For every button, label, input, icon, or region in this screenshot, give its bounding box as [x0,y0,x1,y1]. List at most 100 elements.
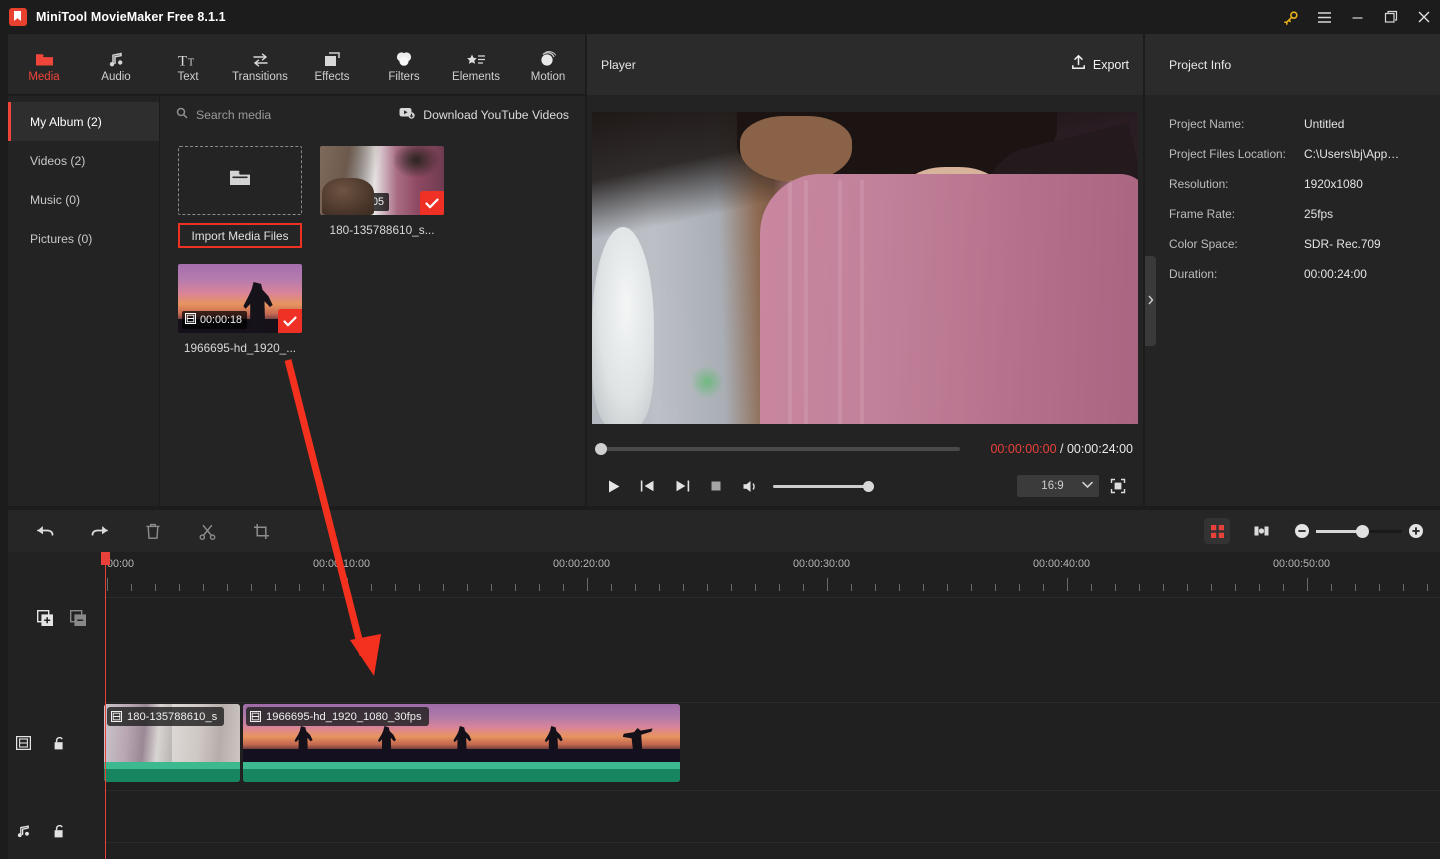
play-button[interactable] [597,471,631,501]
volume-button[interactable] [733,471,767,501]
unlock-icon[interactable] [44,824,74,839]
tab-text[interactable]: TT Text [152,34,224,94]
album-label: Videos (2) [30,153,86,168]
import-media-files-button[interactable]: Import Media Files [178,223,302,248]
ruler-tick-minor [1283,584,1284,591]
player-panel: Player Export 00:00:00:00 / 00:00:24:00 … [587,34,1143,506]
album-item-my-album[interactable]: My Album (2) [8,102,159,141]
album-item-videos[interactable]: Videos (2) [8,141,159,180]
crop-button[interactable] [234,510,288,552]
svg-text:T: T [178,53,187,68]
panel-collapse-handle[interactable] [1145,256,1156,346]
zoom-track[interactable] [1316,524,1402,538]
redo-button[interactable] [72,510,126,552]
ruler-tick-minor [1043,584,1044,591]
tab-media[interactable]: Media [8,34,80,94]
playhead[interactable] [101,552,110,859]
media-thumbnail[interactable]: 00:00:05 [320,146,444,215]
next-frame-button[interactable] [665,471,699,501]
volume-thumb[interactable] [863,480,874,492]
selected-check-icon[interactable] [278,309,302,333]
video-preview[interactable] [592,112,1138,424]
project-info-title: Project Info [1145,34,1440,95]
frame-fold [860,180,864,424]
album-item-music[interactable]: Music (0) [8,180,159,219]
zoom-in-icon[interactable] [1402,517,1430,545]
tab-label: Effects [314,70,350,83]
detach-audio-button[interactable] [1244,516,1278,546]
media-tile[interactable]: 00:00:18 1966695-hd_1920_... [178,264,302,355]
ruler-tick-major [1067,578,1068,591]
timeline-zoom-slider[interactable] [1288,517,1430,545]
add-track-icon[interactable] [29,601,62,635]
media-library-panel: My Album (2) Videos (2) Music (0) Pictur… [8,96,585,506]
tab-audio[interactable]: Audio [80,34,152,94]
split-button[interactable] [180,510,234,552]
svg-text:T: T [188,57,194,68]
aspect-ratio-select[interactable]: 16:9 [1017,475,1099,497]
progress-thumb[interactable] [595,443,607,455]
ruler-tick-minor [683,584,684,591]
close-icon[interactable] [1407,0,1440,34]
search-placeholder: Search media [196,108,272,122]
tab-motion[interactable]: Motion [512,34,584,94]
previous-frame-button[interactable] [631,471,665,501]
film-strip-icon [111,711,122,722]
ruler-tick-minor [203,584,204,591]
upload-icon [1071,54,1086,75]
playhead-handle[interactable] [101,552,110,565]
media-tile[interactable]: 00:00:05 180-135788610_s... [320,146,444,248]
tab-label: Media [28,70,60,83]
key-icon[interactable] [1275,0,1308,34]
ruler-tick-major [347,578,348,591]
remove-track-icon[interactable] [62,601,95,635]
text-tt-icon: TT [178,46,199,68]
tab-filters[interactable]: Filters [368,34,440,94]
duration-text: 00:00:18 [200,314,243,326]
frame-shirt [760,174,1138,424]
elements-star-list-icon [466,46,486,68]
tab-effects[interactable]: Effects [296,34,368,94]
album-item-pictures[interactable]: Pictures (0) [8,219,159,258]
clip-audio-waveform [243,762,680,782]
info-value: 25fps [1304,207,1334,221]
media-toolbar: Search media Download YouTube Videos [160,96,585,134]
info-key: Project Name: [1169,117,1245,131]
restore-icon[interactable] [1374,0,1407,34]
timeline-ruler[interactable]: 00:00 00:00:10:00 00:00:20:00 00:00:30:0… [104,552,1440,597]
download-youtube-button[interactable]: Download YouTube Videos [399,106,569,124]
youtube-download-icon [399,106,415,124]
zoom-to-fit-button[interactable] [1204,518,1230,544]
export-button[interactable]: Export [1071,54,1129,75]
frame-fold [804,180,808,424]
selected-check-icon[interactable] [420,191,444,215]
fullscreen-icon[interactable] [1103,471,1133,501]
zoom-thumb[interactable] [1356,524,1369,538]
ruler-tick-minor [299,584,300,591]
media-thumbnail[interactable]: 00:00:18 [178,264,302,333]
frame-silhouette [544,726,563,754]
tab-transitions[interactable]: Transitions [224,34,296,94]
search-input[interactable]: Search media [176,106,271,124]
timecode-display: 00:00:00:00 / 00:00:24:00 [990,442,1133,456]
stop-button[interactable] [699,471,733,501]
ruler-label: 00:00:10:00 [313,558,371,570]
chevron-right-icon [1147,295,1154,308]
tab-elements[interactable]: Elements [440,34,512,94]
undo-button[interactable] [18,510,72,552]
volume-slider[interactable] [773,480,874,492]
zoom-out-icon[interactable] [1288,517,1316,545]
ruler-tick-major [587,578,588,591]
import-media-tile[interactable]: Import Media Files [178,146,302,248]
clip-name: 180-135788610_s [127,710,218,723]
timeline-clip[interactable]: 180-135788610_s [104,704,240,782]
timeline-clip[interactable]: 1966695-hd_1920_1080_30fps [243,704,680,782]
minimize-icon[interactable] [1341,0,1374,34]
delete-button[interactable] [126,510,180,552]
ruler-label: 00:00:40:00 [1033,558,1091,570]
unlock-icon[interactable] [44,736,74,751]
tab-label: Audio [101,70,131,83]
hamburger-menu-icon[interactable] [1308,0,1341,34]
import-dropzone[interactable] [178,146,302,215]
progress-slider[interactable] [595,443,960,455]
